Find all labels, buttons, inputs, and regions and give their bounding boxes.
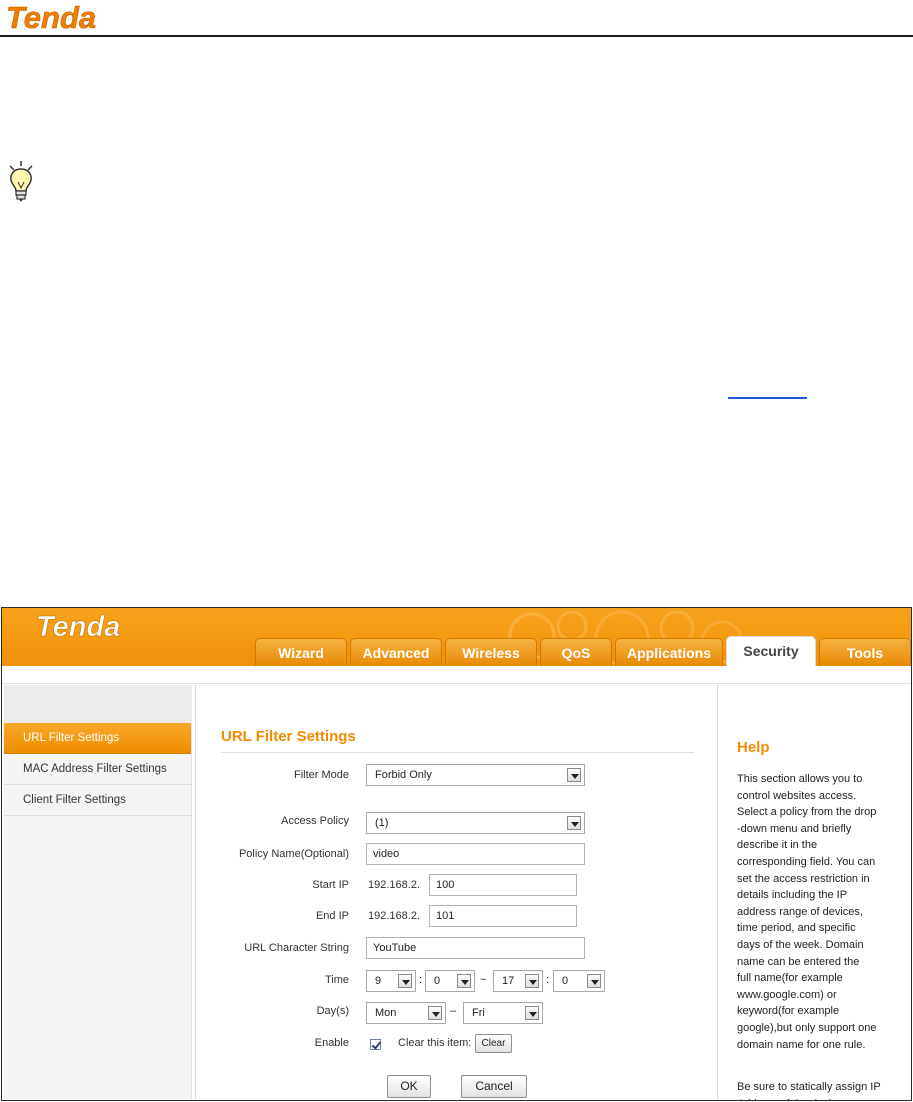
page-title: URL Filter Settings: [221, 728, 356, 745]
tenda-logo-text: Tenda: [6, 2, 96, 32]
help-line: name can be entered the: [737, 955, 860, 968]
sidebar-item-url-filter[interactable]: URL Filter Settings: [4, 723, 191, 754]
access-policy-value: (1): [375, 817, 389, 829]
help-line: google),but only support one: [737, 1021, 877, 1034]
chevron-down-icon: [398, 974, 412, 988]
help-line: domain name for one rule.: [737, 1038, 866, 1051]
chevron-down-icon: [428, 1006, 442, 1020]
help-line: days of the week. Domain: [737, 938, 864, 951]
end-minute-select[interactable]: 0: [553, 970, 605, 992]
chevron-down-icon: [457, 974, 471, 988]
policy-name-input[interactable]: video: [366, 843, 585, 865]
policy-name-label: Policy Name(Optional): [238, 848, 349, 860]
help-line: full name(for example: [737, 972, 843, 985]
shot-tenda-logo: Tenda: [36, 611, 121, 641]
start-ip-label: Start IP: [312, 879, 349, 891]
tab-security[interactable]: Security: [726, 636, 816, 666]
days-label: Day(s): [316, 1005, 349, 1017]
time-colon: :: [419, 974, 423, 986]
help-line: set the access restriction in: [737, 872, 870, 885]
url-filter-panel: URL Filter Settings Filter Mode Forbid O…: [195, 685, 718, 1100]
end-day-value: Fri: [472, 1007, 485, 1019]
tab-underbar: [2, 666, 911, 684]
days-dash: –: [450, 1005, 457, 1017]
access-policy-label: Access Policy: [281, 815, 349, 827]
help-line: This section allows you to: [737, 773, 863, 785]
end-ip-input[interactable]: 101: [429, 905, 577, 927]
start-day-select[interactable]: Mon: [366, 1002, 446, 1024]
filter-mode-label: Filter Mode: [293, 769, 349, 781]
url-string-label: URL Character String: [244, 942, 349, 954]
tab-wizard[interactable]: Wizard: [255, 638, 347, 666]
cancel-button[interactable]: Cancel: [461, 1075, 527, 1098]
tab-tools[interactable]: Tools: [819, 638, 911, 666]
tab-wireless[interactable]: Wireless: [445, 638, 537, 666]
start-hour-select[interactable]: 9: [366, 970, 416, 992]
help-panel: Help This section allows you to control w…: [719, 685, 911, 1100]
clear-button[interactable]: Clear: [475, 1034, 512, 1053]
tab-qos[interactable]: QoS: [540, 638, 612, 666]
start-minute-select[interactable]: 0: [425, 970, 475, 992]
help-line: keyword(for example: [737, 1005, 840, 1018]
help-line: Address of the devices you: [737, 1096, 897, 1100]
ok-button[interactable]: OK: [387, 1075, 431, 1098]
time-colon-2: :: [546, 974, 550, 986]
end-day-select[interactable]: Fri: [463, 1002, 543, 1024]
sidebar-header: [4, 685, 192, 723]
access-policy-select[interactable]: (1): [366, 812, 585, 834]
time-label: Time: [324, 974, 349, 986]
end-ip-label: End IP: [315, 910, 349, 922]
enable-checkbox[interactable]: [370, 1039, 381, 1050]
sidebar-item-client-filter[interactable]: Client Filter Settings: [4, 785, 191, 816]
help-paragraph-2: Be sure to statically assign IP Address o…: [737, 1079, 897, 1100]
help-line: address range of devices,: [737, 905, 863, 918]
tab-advanced[interactable]: Advanced: [350, 638, 442, 666]
end-minute-value: 0: [562, 975, 569, 987]
help-line: describe it in the: [737, 839, 818, 852]
end-hour-select[interactable]: 17: [493, 970, 543, 992]
header-rule: [0, 35, 913, 37]
clear-item-label: Clear this item:: [398, 1037, 472, 1049]
tab-applications[interactable]: Applications: [615, 638, 723, 666]
chevron-down-icon: [587, 974, 601, 988]
start-ip-input[interactable]: 100: [429, 874, 577, 896]
main-tabs: Wizard Advanced Wireless QoS Application…: [255, 636, 911, 666]
start-day-value: Mon: [375, 1007, 397, 1019]
start-minute-value: 0: [434, 975, 441, 987]
help-line: control websites access.: [737, 789, 857, 802]
help-line: time period, and specific: [737, 922, 856, 935]
filter-mode-value: Forbid Only: [375, 769, 432, 781]
time-tilde: ~: [480, 974, 487, 986]
link-underline[interactable]: [728, 397, 807, 399]
tenda-logo: Tenda: [6, 2, 97, 32]
end-hour-value: 17: [502, 975, 515, 987]
help-line: Select a policy from the drop: [737, 806, 877, 819]
help-line: corresponding field. You can: [737, 855, 876, 868]
shot-logo-text: Tenda: [36, 611, 120, 641]
help-paragraph-1: This section allows you to control websit…: [737, 771, 897, 1053]
enable-label: Enable: [314, 1037, 349, 1049]
router-admin-screenshot: Tenda Wizard Advanced Wireless QoS Appli…: [1, 607, 912, 1101]
start-ip-prefix: 192.168.2.: [368, 879, 420, 891]
sidebar-item-mac-filter[interactable]: MAC Address Filter Settings: [4, 754, 191, 785]
chevron-down-icon: [525, 1006, 539, 1020]
start-hour-value: 9: [375, 975, 382, 987]
end-ip-prefix: 192.168.2.: [368, 910, 420, 922]
lightbulb-icon: [9, 161, 33, 202]
help-line: www.google.com) or: [737, 988, 837, 1001]
chevron-down-icon: [525, 974, 539, 988]
help-line: -down menu and briefly: [737, 822, 852, 835]
chevron-down-icon: [567, 816, 581, 830]
url-string-input[interactable]: YouTube: [366, 937, 585, 959]
title-divider: [221, 752, 694, 753]
chevron-down-icon: [567, 768, 581, 782]
help-title: Help: [737, 739, 770, 756]
help-line: Be sure to statically assign IP: [737, 1081, 881, 1093]
help-line: details including the IP: [737, 889, 848, 902]
filter-mode-select[interactable]: Forbid Only: [366, 764, 585, 786]
